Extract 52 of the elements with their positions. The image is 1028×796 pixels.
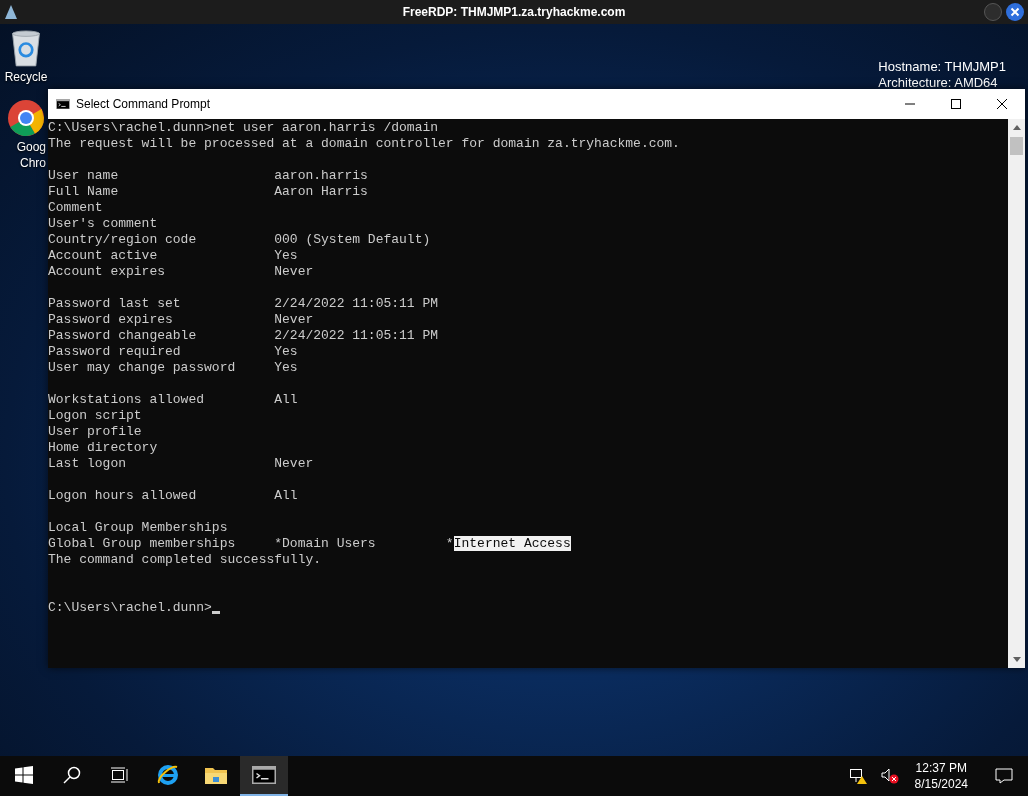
console-line: User's comment xyxy=(48,216,159,232)
desktop-icon-label[interactable]: Goog xyxy=(16,140,46,154)
folder-icon xyxy=(204,765,228,785)
window-title: Select Command Prompt xyxy=(76,97,211,111)
system-info-text: Architecture: AMD64 xyxy=(878,75,999,91)
console-line: User name aaron.harris xyxy=(48,168,369,184)
scroll-thumb[interactable] xyxy=(1010,137,1023,155)
command-prompt: C:\Users\rachel.dunn> xyxy=(48,600,212,616)
close-icon[interactable] xyxy=(1006,3,1024,21)
terminal-icon xyxy=(252,766,276,784)
terminal-icon xyxy=(56,98,70,110)
console-line: C:\Users\rachel.dunn>net user aaron.harris /domain xyxy=(48,120,440,136)
console-line: Password expires Never xyxy=(48,312,315,328)
console-line: Password last set 2/24/2022 11:05:11 PM xyxy=(48,296,440,312)
app-icon xyxy=(4,4,18,20)
taskbar-app-button[interactable] xyxy=(240,756,288,796)
console-line: The command completed successfully. xyxy=(48,552,323,568)
console-line: User may change password Yes xyxy=(48,360,299,376)
console-line: Local Group Memberships xyxy=(48,520,229,536)
up-arrow-icon xyxy=(1012,125,1021,130)
console-line: Full Name Aaron Harris xyxy=(48,184,369,200)
console-line: Password changeable 2/24/2022 11:05:11 PM xyxy=(48,328,440,344)
maximize-icon xyxy=(951,99,961,109)
selected-text: Internet Access xyxy=(453,536,571,551)
down-arrow-icon xyxy=(1012,657,1021,662)
search-icon xyxy=(63,766,81,784)
console-line: User profile xyxy=(48,424,143,440)
close-icon xyxy=(997,99,1007,109)
console-line: Account active Yes xyxy=(48,248,299,264)
desktop-icon-label[interactable]: Chro xyxy=(20,156,46,170)
speech-bubble-icon xyxy=(995,768,1013,784)
task-view-icon xyxy=(111,767,129,783)
recycle-bin-icon xyxy=(9,28,43,68)
window-title: FreeRDP: THMJMP1.za.tryhackme.com xyxy=(402,5,626,19)
console-line: Home directory xyxy=(48,440,159,456)
browser-icon xyxy=(6,98,46,138)
desktop-icon-label[interactable]: Recycle xyxy=(4,70,48,84)
console-line: Logon hours allowed All xyxy=(48,488,299,504)
console-line: Logon script xyxy=(48,408,143,424)
console-line: Country/region code 000 (System Default) xyxy=(48,232,432,248)
internet-explorer-icon xyxy=(156,763,180,787)
console-line: Workstations allowed All xyxy=(48,392,299,408)
clock[interactable]: 12:37 PM 8/15/2024 xyxy=(908,760,974,792)
scrollbar[interactable] xyxy=(1008,119,1025,668)
console-line: Comment xyxy=(48,200,104,216)
console-line: Account expires Never xyxy=(48,264,315,280)
console-line: The request will be processed at a domain controller for domain za.tryhackme.com. xyxy=(48,136,681,152)
windows-logo-icon xyxy=(15,766,33,784)
console-line: Last logon Never xyxy=(48,456,315,472)
console-line: Password required Yes xyxy=(48,344,299,360)
console-text: Global Group memberships *Domain Users * xyxy=(48,536,454,551)
system-info-text: Hostname: THMJMP1 xyxy=(878,59,1006,75)
